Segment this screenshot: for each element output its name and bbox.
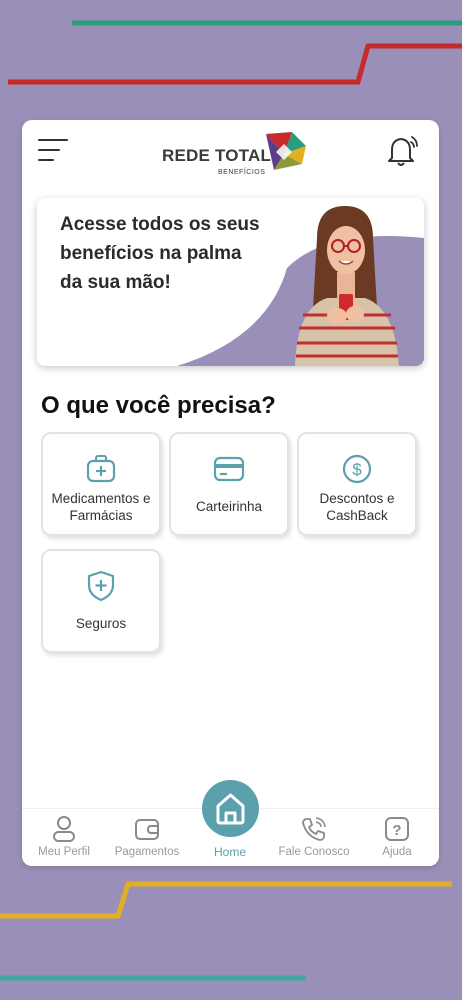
wallet-icon xyxy=(135,819,159,840)
woman-with-phone-image xyxy=(295,206,399,366)
logo-subtext: BENEFÍCIOS xyxy=(218,169,266,176)
section-title: O que você precisa? xyxy=(41,392,276,419)
phone-call-icon xyxy=(302,817,326,841)
service-tile-seguros[interactable]: Seguros xyxy=(41,549,161,653)
home-icon xyxy=(216,793,245,825)
service-tile-descontos[interactable]: $ Descontos e CashBack xyxy=(297,432,417,536)
service-label: Descontos e CashBack xyxy=(319,491,395,523)
hamburger-menu-icon[interactable] xyxy=(38,136,70,166)
nav-item-fale-conosco[interactable]: Fale Conosco xyxy=(274,813,354,865)
rede-total-logo: REDE TOTAL BENEFÍCIOS xyxy=(162,126,312,176)
nav-label: Pagamentos xyxy=(114,846,180,858)
logo-mark-icon xyxy=(266,132,306,170)
nav-item-meu-perfil[interactable]: Meu Perfil xyxy=(24,813,104,865)
svg-text:$: $ xyxy=(352,460,362,479)
user-icon xyxy=(53,816,75,842)
dollar-coin-icon: $ xyxy=(342,454,372,484)
banner-text: Acesse todos os seus benefícios na palma… xyxy=(60,214,260,293)
home-button[interactable] xyxy=(202,780,259,837)
service-label: Medicamentos e Farmácias xyxy=(51,491,151,523)
nav-label: Ajuda xyxy=(382,846,412,858)
service-tile-medicamentos[interactable]: Medicamentos e Farmácias xyxy=(41,432,161,536)
service-tile-carteirinha[interactable]: Carteirinha xyxy=(169,432,289,536)
nav-item-ajuda[interactable]: ? Ajuda xyxy=(357,813,437,865)
service-label: Carteirinha xyxy=(195,499,263,514)
app-header: REDE TOTAL BENEFÍCIOS xyxy=(22,120,439,190)
nav-item-pagamentos[interactable]: Pagamentos xyxy=(107,813,187,865)
card-icon xyxy=(213,456,245,482)
app-screen: REDE TOTAL BENEFÍCIOS Acesse todos os se… xyxy=(22,120,439,866)
nav-label-home[interactable]: Home xyxy=(190,845,270,859)
promo-banner[interactable]: Acesse todos os seus benefícios na palma… xyxy=(37,198,424,366)
logo-text: REDE TOTAL xyxy=(162,146,272,165)
shield-plus-icon xyxy=(87,570,115,602)
medical-bag-icon xyxy=(86,455,116,483)
nav-label: Meu Perfil xyxy=(38,846,90,858)
service-label: Seguros xyxy=(75,616,127,631)
bell-icon[interactable] xyxy=(384,132,422,168)
svg-text:?: ? xyxy=(392,822,401,839)
question-icon: ? xyxy=(385,817,409,841)
nav-label: Fale Conosco xyxy=(278,846,350,858)
